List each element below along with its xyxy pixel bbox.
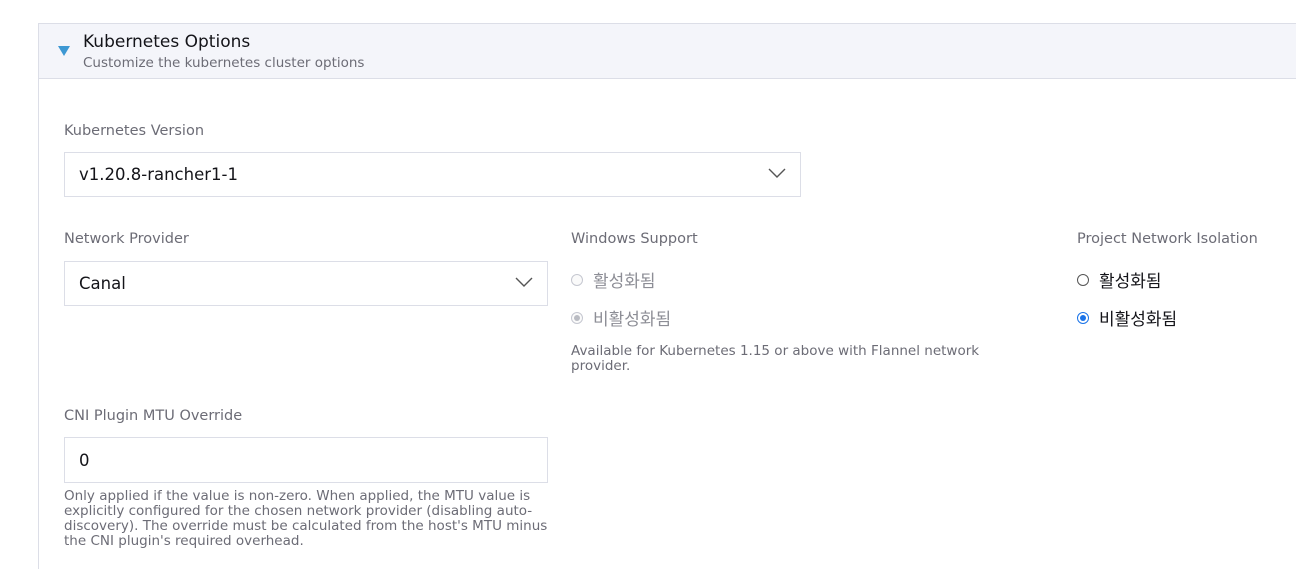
windows-support-enabled-radio[interactable]: 활성화됨 [571,267,656,292]
section-title: Kubernetes Options [83,32,251,52]
radio-label: 활성화됨 [1099,272,1162,292]
kubernetes-version-select[interactable]: v1.20.8-rancher1-1 [64,152,801,197]
network-provider-value: Canal [79,274,126,293]
kubernetes-version-label: Kubernetes Version [64,123,205,139]
kubernetes-options-header[interactable]: Kubernetes Options Customize the kuberne… [39,24,1296,79]
project-network-isolation-enabled-radio[interactable]: 활성화됨 [1077,267,1162,292]
windows-support-help: Available for Kubernetes 1.15 or above w… [571,343,980,374]
cni-mtu-input[interactable] [64,437,548,483]
chevron-down-icon [768,168,786,178]
radio-icon [571,273,583,286]
windows-support-disabled-radio[interactable]: 비활성화됨 [571,305,671,330]
kubernetes-version-value: v1.20.8-rancher1-1 [79,165,238,184]
project-network-isolation-disabled-radio[interactable]: 비활성화됨 [1077,305,1177,330]
radio-icon [1077,273,1089,286]
windows-support-label: Windows Support [571,231,698,247]
caret-down-icon [58,46,70,56]
radio-label: 비활성화됨 [593,310,672,330]
radio-label: 비활성화됨 [1099,310,1178,330]
radio-icon [1077,311,1089,324]
cni-mtu-label: CNI Plugin MTU Override [64,408,243,424]
section-subtitle: Customize the kubernetes cluster options [83,55,365,71]
chevron-down-icon [515,277,533,287]
network-provider-select[interactable]: Canal [64,261,548,306]
radio-icon [571,311,583,324]
cni-mtu-help: Only applied if the value is non-zero. W… [64,488,548,549]
network-provider-label: Network Provider [64,231,189,247]
project-network-isolation-label: Project Network Isolation [1077,231,1258,247]
radio-label: 활성화됨 [593,272,656,292]
